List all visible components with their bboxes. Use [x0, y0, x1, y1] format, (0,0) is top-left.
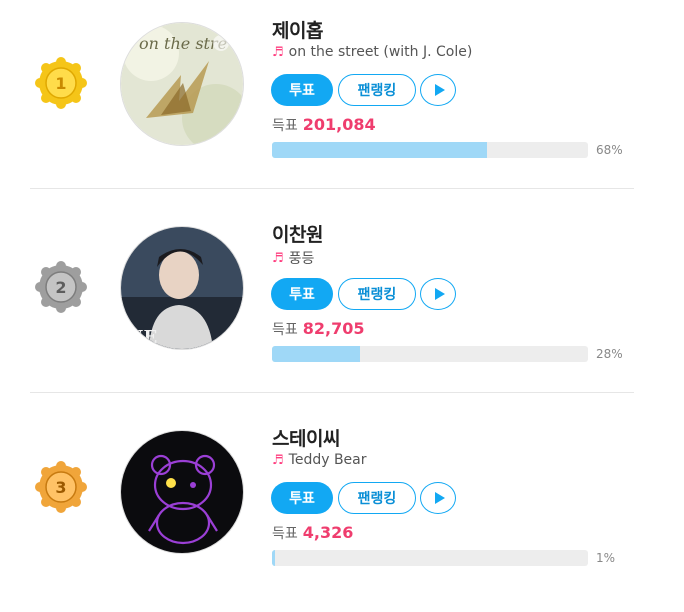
ranking-row: 3 스테이씨 ♬ Teddy Bear 투표 팬랭킹 득표 4,326 1%: [0, 408, 684, 612]
play-icon: [434, 84, 445, 96]
vote-progress-fill: [272, 346, 361, 362]
artist-name: 제이홉: [272, 20, 323, 42]
rank-number: 3: [55, 478, 66, 497]
votes-number: 201,084: [302, 115, 376, 134]
ranking-row: 2 NE 이찬원 ♬ 풍등 투표 팬랭킹 득표 82,705 28%: [0, 204, 684, 408]
svg-text:NE: NE: [127, 327, 157, 348]
artist-name: 스테이씨: [272, 428, 340, 450]
play-icon: [434, 288, 445, 300]
artist-avatar[interactable]: [120, 430, 244, 554]
votes-label: 득표: [272, 526, 298, 542]
song-title: ♬ on the street (with J. Cole): [272, 44, 472, 60]
vote-button[interactable]: 투표: [271, 482, 333, 514]
fan-ranking-button[interactable]: 팬랭킹: [338, 482, 416, 514]
votes-number: 82,705: [302, 319, 365, 338]
vote-button[interactable]: 투표: [271, 74, 333, 106]
vote-progress-bar: [272, 550, 588, 566]
music-note-icon: ♬: [272, 250, 284, 266]
vote-percent: 68%: [596, 143, 623, 157]
rank-number: 2: [55, 278, 66, 297]
artist-name: 이찬원: [272, 224, 323, 246]
vote-progress-fill: [272, 142, 487, 158]
music-note-icon: ♬: [272, 44, 284, 60]
silver-medal-icon: 2: [34, 260, 88, 314]
vote-progress-fill: [272, 550, 276, 566]
vote-progress-bar: [272, 346, 588, 362]
rank-number: 1: [55, 74, 66, 93]
vote-percent: 28%: [596, 347, 623, 361]
vote-count: 득표 82,705: [272, 319, 365, 339]
play-button[interactable]: [420, 74, 456, 106]
play-button[interactable]: [420, 482, 456, 514]
song-title: ♬ Teddy Bear: [272, 452, 367, 468]
vote-percent: 1%: [596, 551, 616, 565]
row-divider: [30, 392, 634, 393]
song-title-text: on the street (with J. Cole): [288, 44, 473, 60]
votes-label: 득표: [272, 118, 298, 134]
artist-avatar[interactable]: NE: [120, 226, 244, 350]
vote-progress-bar: [272, 142, 588, 158]
vote-count: 득표 201,084: [272, 115, 376, 135]
song-title: ♬ 풍등: [272, 248, 314, 268]
ranking-row: 1 on the stre 제이홉 ♬ on the street (with …: [0, 0, 684, 204]
play-button[interactable]: [420, 278, 456, 310]
votes-number: 4,326: [302, 523, 354, 542]
play-icon: [434, 492, 445, 504]
row-divider: [30, 188, 634, 189]
song-title-text: Teddy Bear: [288, 452, 367, 468]
votes-label: 득표: [272, 322, 298, 338]
fan-ranking-button[interactable]: 팬랭킹: [338, 74, 416, 106]
song-title-text: 풍등: [288, 251, 315, 267]
artist-avatar[interactable]: on the stre: [120, 22, 244, 146]
gold-medal-icon: 1: [34, 56, 88, 110]
fan-ranking-button[interactable]: 팬랭킹: [338, 278, 416, 310]
vote-count: 득표 4,326: [272, 523, 353, 543]
bronze-medal-icon: 3: [34, 460, 88, 514]
vote-button[interactable]: 투표: [271, 278, 333, 310]
music-note-icon: ♬: [272, 452, 284, 468]
